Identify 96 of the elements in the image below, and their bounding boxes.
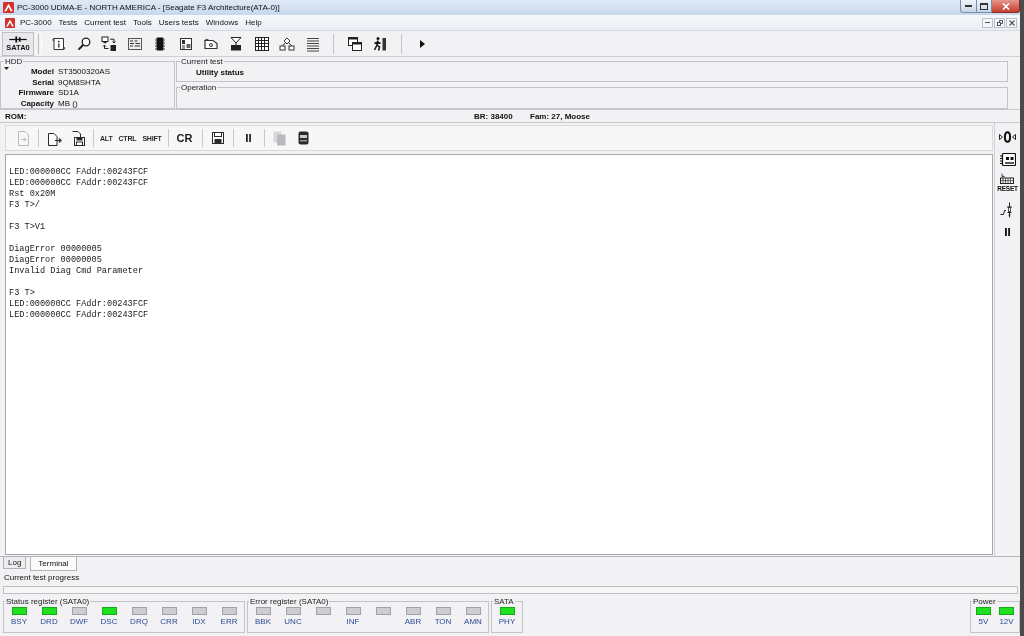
terminal-line: F3 T> <box>9 288 35 299</box>
running-figure-icon[interactable] <box>372 35 389 52</box>
connector-icon <box>8 35 28 43</box>
terminal-line: LED:000000CC FAddr:00243FCF <box>9 178 149 189</box>
drive-icon[interactable] <box>298 131 309 145</box>
menu-item[interactable]: Help <box>242 18 265 27</box>
restore-button[interactable] <box>994 17 1005 28</box>
grid-arrow-icon <box>1000 173 1015 184</box>
close-icon <box>1001 2 1010 10</box>
baud-rate-text: BR: 38400 <box>474 111 514 121</box>
carriage-return-button[interactable]: CR <box>171 129 199 147</box>
info-document-icon[interactable] <box>50 35 67 52</box>
led-label: UNC <box>284 617 302 627</box>
app-logo-icon <box>5 17 15 28</box>
menu-item[interactable]: Windows <box>202 18 242 27</box>
pause-icon[interactable] <box>246 134 251 142</box>
terminal-line: DiagError 00000005 <box>9 255 102 266</box>
field-label: Serial <box>31 77 54 88</box>
led-label: 5V <box>978 617 989 627</box>
led-label: DRD <box>40 617 58 627</box>
minimize-button[interactable] <box>982 17 993 28</box>
field-value: SD1A <box>58 88 80 98</box>
page-arrow-icon[interactable] <box>46 130 62 146</box>
led-label: PHY <box>498 617 516 627</box>
status-text: Utility status <box>196 68 245 77</box>
terminal-line: LED:000000CC FAddr:00243FCF <box>9 299 149 310</box>
minimize-button[interactable] <box>960 0 977 13</box>
terminal-line: F3 T>/ <box>9 200 40 211</box>
list-icon[interactable] <box>304 35 321 52</box>
group-title: Error register (SATA0) <box>249 597 330 606</box>
app-logo-icon <box>3 2 14 13</box>
terminal-line: LED:000000CC FAddr:00243FCF <box>9 310 149 321</box>
pause-icon[interactable] <box>1005 228 1010 236</box>
led-label: DRQ <box>130 617 148 627</box>
tab[interactable]: Log <box>3 557 27 569</box>
field-value: 9QM8SHTA <box>58 77 102 88</box>
field-label: Model <box>29 67 54 77</box>
search-icon[interactable] <box>76 35 93 52</box>
menu-item[interactable]: Tests <box>55 18 81 27</box>
group-title: Current test <box>180 57 224 66</box>
led-label: DSC <box>100 617 118 627</box>
menu-item[interactable]: Current test <box>81 18 130 27</box>
zero-arrows-icon[interactable] <box>999 131 1016 143</box>
pedestal-icon[interactable] <box>228 35 245 52</box>
group-title: SATA <box>493 597 515 606</box>
tab[interactable]: Terminal <box>30 557 77 571</box>
rom-label: ROM: <box>5 111 28 121</box>
board-icon[interactable] <box>999 153 1016 166</box>
caret-down-icon[interactable] <box>4 67 9 70</box>
menu-item[interactable]: Tools <box>130 18 155 27</box>
play-icon[interactable] <box>420 39 426 48</box>
led-label: 12V <box>999 617 1014 627</box>
close-icon <box>1008 19 1015 26</box>
close-button[interactable] <box>1006 17 1017 28</box>
minimize-icon <box>985 22 990 23</box>
group-title: Status register (SATA0) <box>5 597 91 606</box>
grid-icon[interactable] <box>253 35 270 52</box>
led-label: BSY <box>11 617 27 627</box>
diagram-icon[interactable] <box>279 35 296 52</box>
family-text: Fam: 27, Moose <box>530 111 590 121</box>
group-title: Power <box>972 597 997 606</box>
group-title: HDD <box>4 57 24 66</box>
led-label: AMN <box>464 617 482 627</box>
field-value: MB () <box>58 98 79 109</box>
menu-item[interactable]: Users tests <box>155 18 202 27</box>
field-label: Firmware <box>17 88 54 98</box>
led-label: TON <box>434 617 452 627</box>
led-label: IDX <box>192 617 206 627</box>
menu-item[interactable]: PC-3000 <box>17 18 55 27</box>
led-label: DWF <box>69 617 89 627</box>
computer-disk-transfer-icon[interactable] <box>101 35 118 52</box>
terminal-line: Invalid Diag Cmd Parameter <box>9 266 144 277</box>
minimize-icon <box>965 5 972 7</box>
terminal-line: Rst 0x20M <box>9 189 56 200</box>
save-icon[interactable] <box>211 132 224 144</box>
close-button[interactable] <box>992 0 1020 13</box>
terminal-line: LED:000000CC FAddr:00243FCF <box>9 167 149 178</box>
terminal-line: F3 T>V1 <box>9 222 46 233</box>
led-label: ABR <box>404 617 422 627</box>
led-label: BBK <box>255 617 271 627</box>
terminal-line: DiagError 00000005 <box>9 244 102 255</box>
module-icon[interactable] <box>177 35 194 52</box>
led-label: CRR <box>160 617 178 627</box>
restore-icon <box>996 19 1003 26</box>
led-label: ERR <box>220 617 238 627</box>
page-disk-icon[interactable] <box>70 130 86 146</box>
maximize-button[interactable] <box>977 0 992 13</box>
field-value: ST3500320AS <box>58 67 112 77</box>
window-title: PC-3000 UDMA-E - NORTH AMERICA - [Seagate F3 Architecture(ATA-0)] <box>17 3 280 12</box>
memory-module-icon[interactable] <box>126 35 143 52</box>
windows-icon[interactable] <box>347 35 363 52</box>
maximize-icon <box>980 2 988 10</box>
field-label: Capacity <box>19 98 54 109</box>
group-title: Operation <box>180 82 218 92</box>
led-label: INF <box>346 617 360 627</box>
progress-label: Current test progress <box>4 573 81 583</box>
